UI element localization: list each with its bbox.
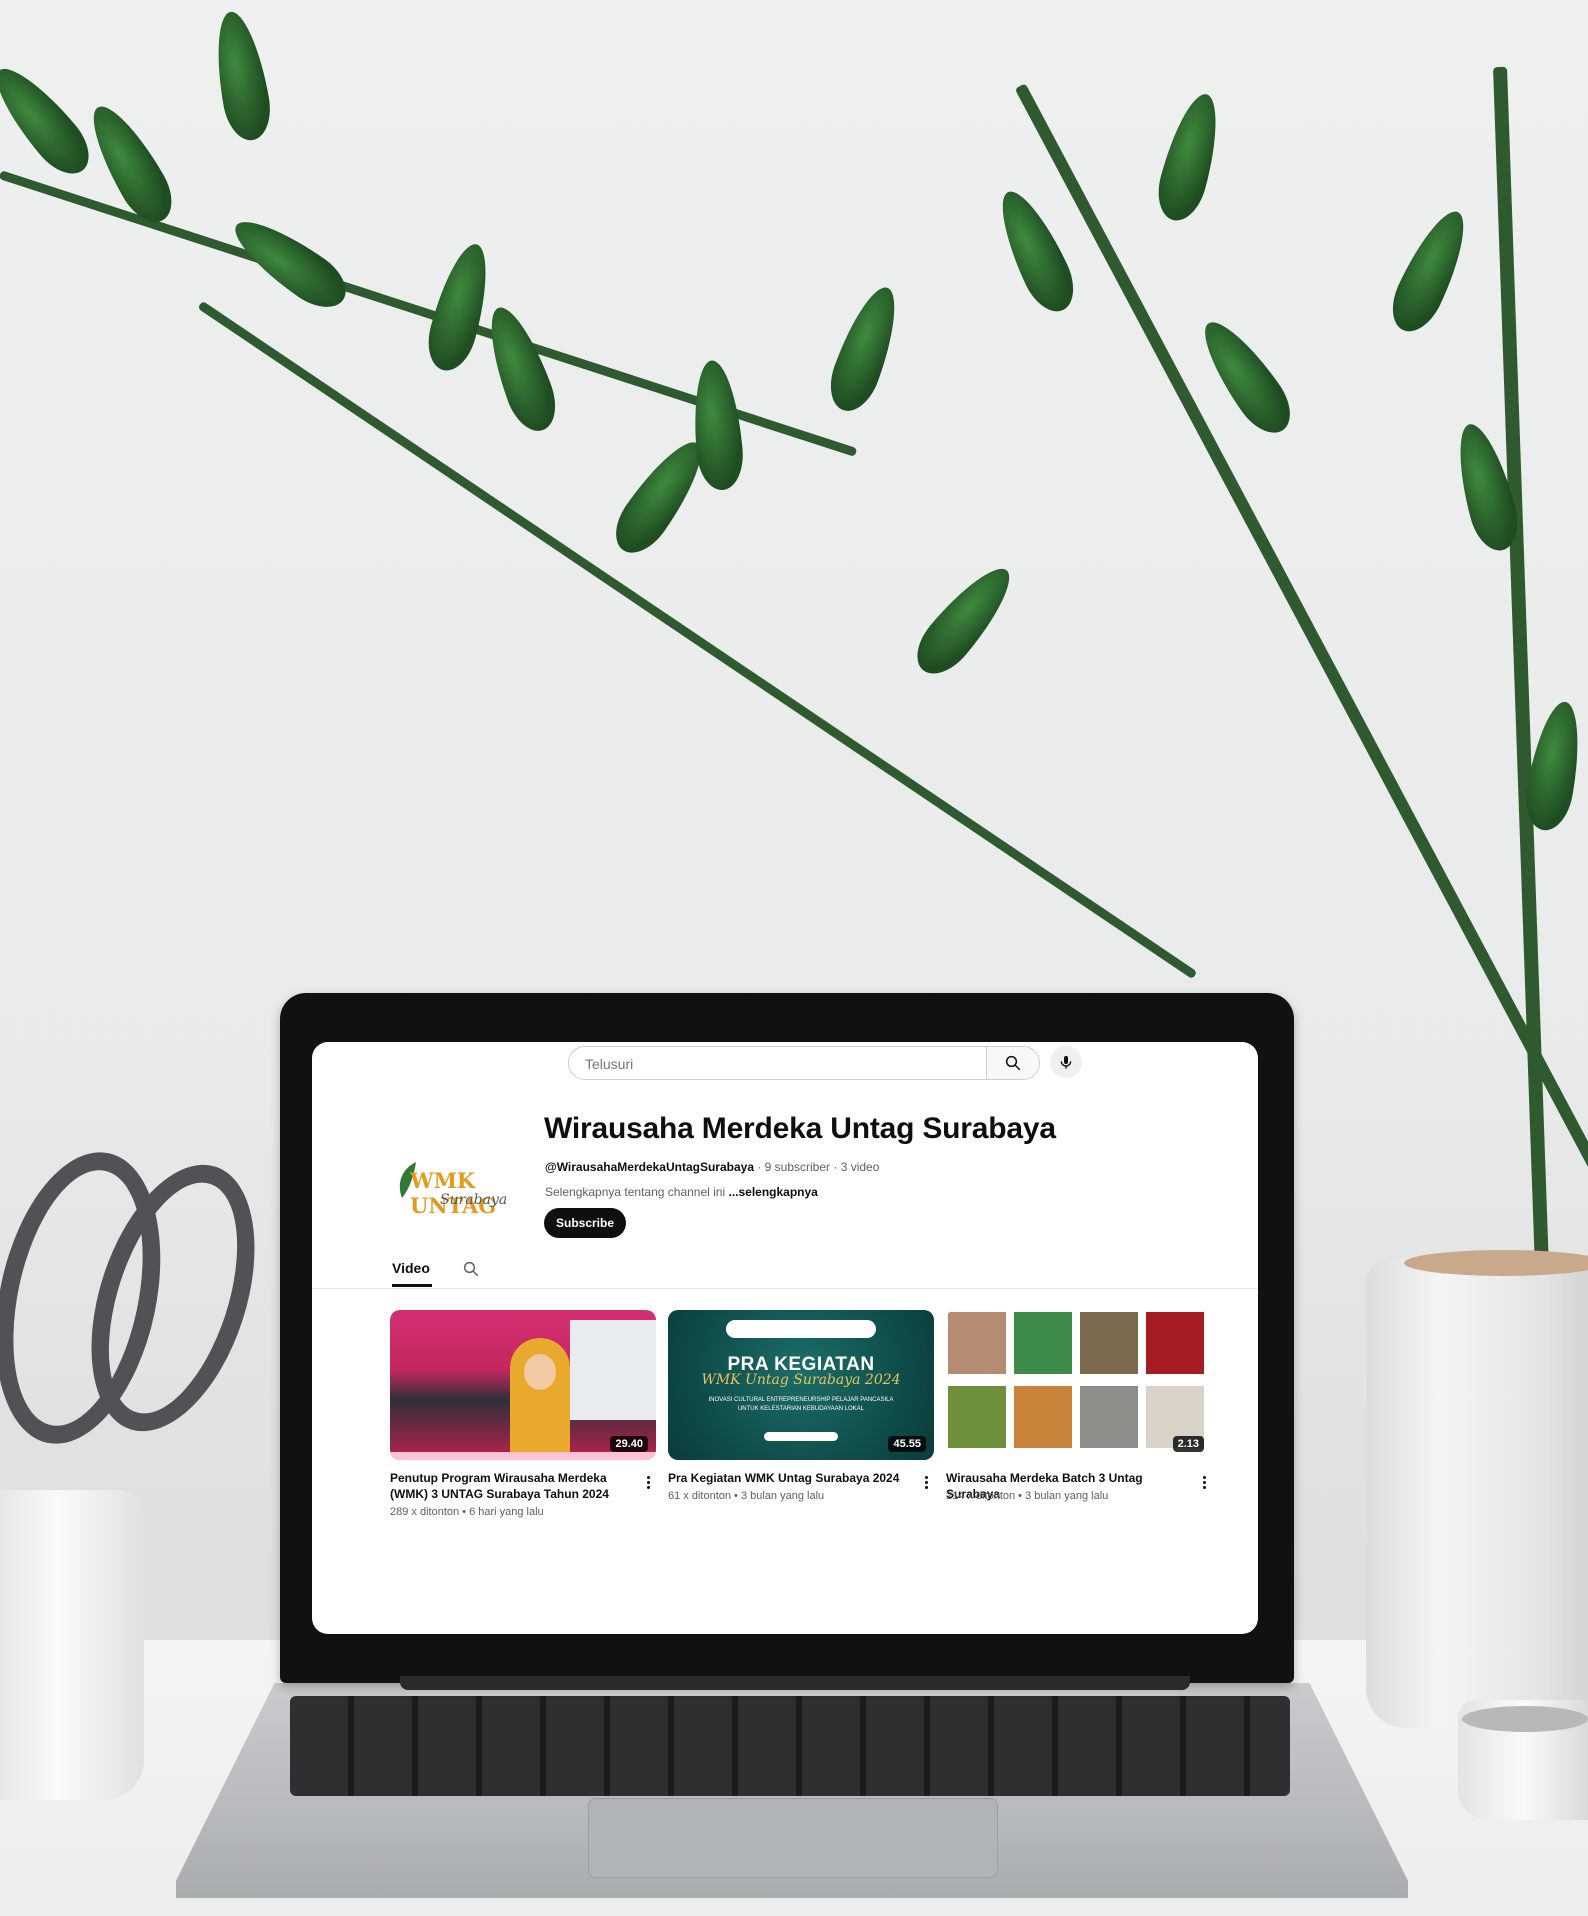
- tab-divider: [312, 1288, 1258, 1289]
- thumbnail-script: WMK Untag Surabaya 2024: [701, 1372, 901, 1388]
- video-card[interactable]: 29.40 Penutup Program Wirausaha Merdeka …: [390, 1310, 656, 1518]
- thumbnail-caption: INOVASI CULTURAL ENTREPRENEURSHIP PELAJA…: [708, 1397, 894, 1412]
- search-icon: [463, 1261, 479, 1277]
- plant-stem: [1493, 66, 1549, 1267]
- more-vert-icon[interactable]: [640, 1472, 656, 1492]
- tab-search-button[interactable]: [462, 1260, 480, 1283]
- video-duration: 29.40: [610, 1436, 648, 1452]
- mic-icon: [1060, 1056, 1072, 1069]
- pen-cup: [0, 1490, 144, 1800]
- search-button[interactable]: [986, 1047, 1039, 1079]
- thumbnail-collage-cell: [1012, 1384, 1074, 1450]
- thumbnail-logos: [726, 1320, 876, 1338]
- plant-leaf: [1150, 88, 1229, 226]
- thumbnail-collage-cell: [1012, 1310, 1074, 1376]
- thumbnail-face: [524, 1354, 556, 1390]
- video-title[interactable]: Penutup Program Wirausaha Merdeka (WMK) …: [390, 1470, 626, 1502]
- more-link[interactable]: ...selengkapnya: [728, 1185, 817, 1199]
- plant-leaf: [78, 95, 183, 232]
- thumbnail-collage-cell: [1078, 1310, 1140, 1376]
- video-thumbnail[interactable]: 2.13: [946, 1310, 1212, 1460]
- plant-leaf: [223, 206, 357, 319]
- plant-leaf: [688, 358, 746, 493]
- tab-video[interactable]: Video: [392, 1260, 430, 1276]
- thumbnail-ribbon: [764, 1432, 838, 1441]
- thumbnail-collage-cell: [1144, 1310, 1206, 1376]
- photo-scene: WMK UNTAG Surabaya Wirausaha Merdeka Unt…: [0, 0, 1588, 1916]
- plant-leaf: [476, 299, 565, 438]
- plant-pot-rim: [1404, 1250, 1588, 1276]
- search-icon: [1005, 1055, 1021, 1071]
- laptop-screen: WMK UNTAG Surabaya Wirausaha Merdeka Unt…: [312, 1042, 1258, 1634]
- video-meta: 61 x ditonton • 3 bulan yang lalu: [668, 1490, 825, 1502]
- thumbnail-building: [570, 1320, 656, 1420]
- video-thumbnail[interactable]: PRA KEGIATAN WMK Untag Surabaya 2024 INO…: [668, 1310, 934, 1460]
- description-text: Selengkapnya tentang channel ini: [545, 1185, 729, 1199]
- video-card[interactable]: 2.13 Wirausaha Merdeka Batch 3 Untag Sur…: [946, 1310, 1212, 1502]
- voice-search-button[interactable]: [1050, 1046, 1082, 1078]
- channel-title: Wirausaha Merdeka Untag Surabaya: [544, 1112, 1056, 1145]
- avatar-logo-script: Surabaya: [440, 1192, 508, 1208]
- video-duration: 45.55: [888, 1436, 926, 1452]
- plant-leaf: [905, 555, 1025, 685]
- subscribe-button[interactable]: Subscribe: [544, 1208, 626, 1238]
- thumbnail-collage-cell: [1078, 1384, 1140, 1450]
- search-bar: [568, 1046, 1040, 1081]
- video-duration: 2.13: [1172, 1436, 1204, 1452]
- channel-avatar[interactable]: WMK UNTAG Surabaya: [392, 1152, 510, 1222]
- tab-active-indicator: [392, 1284, 432, 1287]
- plant-leaf: [987, 182, 1084, 320]
- video-title[interactable]: Pra Kegiatan WMK Untag Surabaya 2024: [668, 1470, 904, 1486]
- plant-leaf: [0, 55, 101, 185]
- channel-description[interactable]: Selengkapnya tentang channel ini ...sele…: [545, 1185, 818, 1199]
- plant-leaf: [1382, 202, 1479, 340]
- video-thumbnail[interactable]: 29.40: [390, 1310, 656, 1460]
- small-bowl-rim: [1462, 1706, 1588, 1732]
- plant-leaf: [821, 279, 910, 418]
- laptop-keyboard: [290, 1696, 1290, 1796]
- thumbnail-stripe: [390, 1452, 656, 1460]
- plant-pot: [1366, 1258, 1588, 1728]
- channel-handle: @WirausahaMerdekaUntagSurabaya: [545, 1160, 754, 1174]
- more-vert-icon[interactable]: [918, 1472, 934, 1492]
- plant-leaf: [1520, 697, 1588, 834]
- laptop-trackpad: [588, 1798, 998, 1878]
- thumbnail-collage-cell: [946, 1384, 1008, 1450]
- thumbnail-collage-cell: [946, 1310, 1008, 1376]
- plant-leaf: [420, 238, 499, 376]
- plant-leaf: [207, 7, 276, 144]
- video-card[interactable]: PRA KEGIATAN WMK Untag Surabaya 2024 INO…: [668, 1310, 934, 1502]
- more-vert-icon[interactable]: [1196, 1472, 1212, 1492]
- video-meta: 214 x ditonton • 3 bulan yang lalu: [946, 1490, 1109, 1502]
- channel-stats: · 9 subscriber · 3 video: [754, 1160, 880, 1174]
- video-meta: 289 x ditonton • 6 hari yang lalu: [390, 1506, 544, 1518]
- laptop-hinge: [400, 1676, 1190, 1690]
- channel-meta: @WirausahaMerdekaUntagSurabaya · 9 subsc…: [545, 1160, 879, 1174]
- search-input[interactable]: [583, 1047, 967, 1081]
